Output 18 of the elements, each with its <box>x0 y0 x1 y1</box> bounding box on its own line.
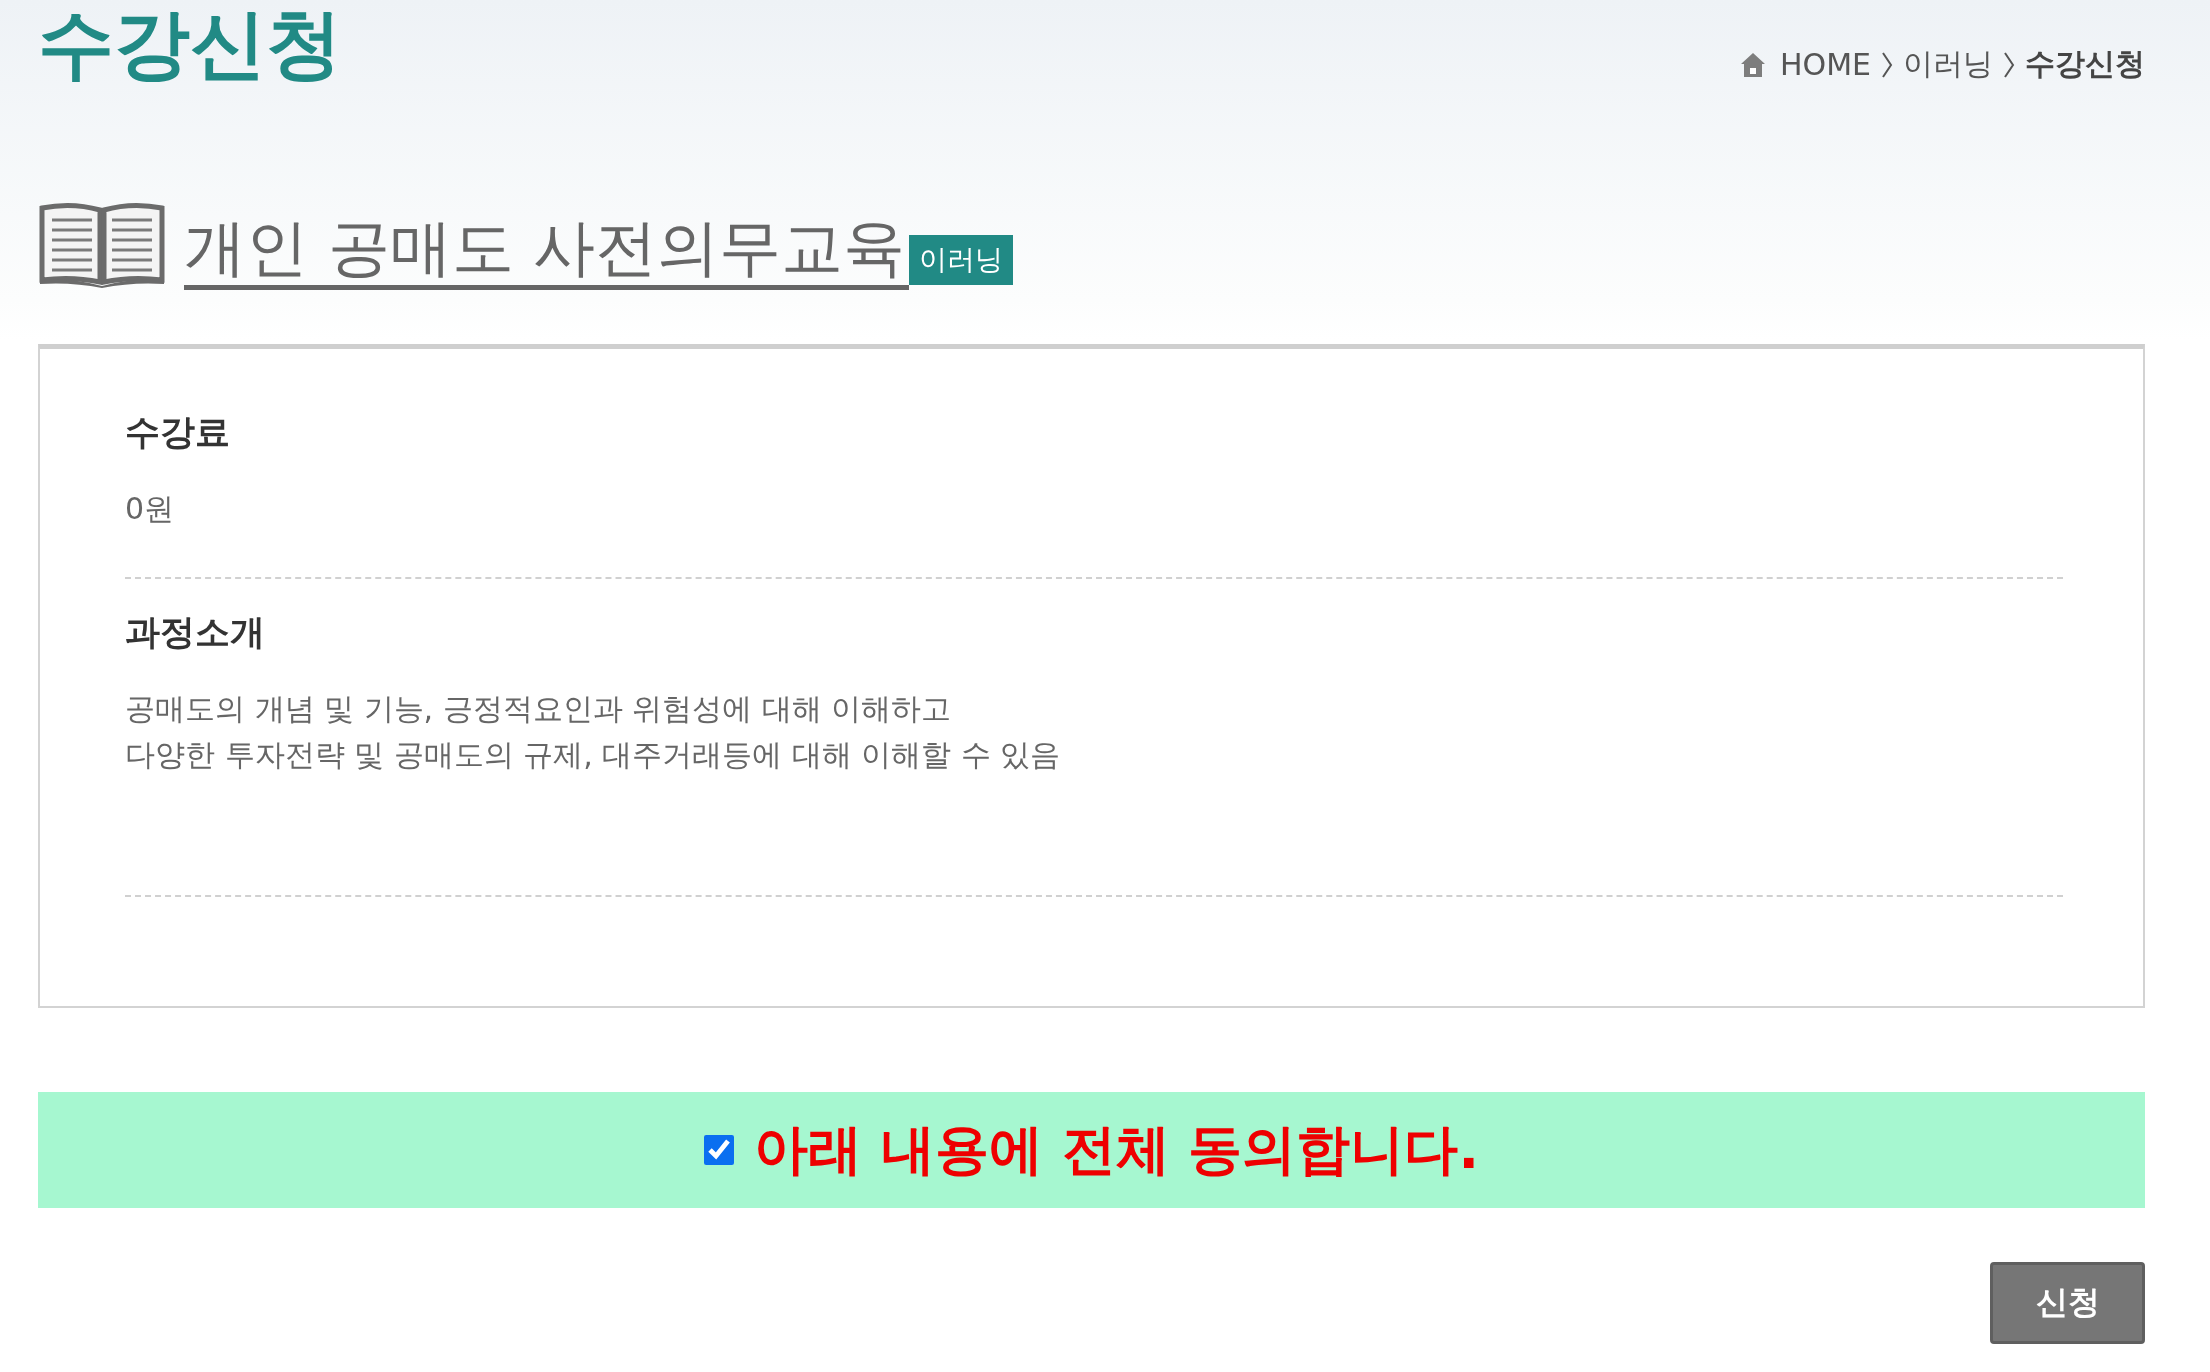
chevron-icon <box>2003 50 2015 79</box>
section-text: 0원 <box>125 490 176 528</box>
course-title: 개인 공매도 사전의무교육 <box>184 210 910 290</box>
page-title: 수강신청 <box>38 2 342 86</box>
section-heading: 수강료 <box>125 411 231 454</box>
breadcrumb-link[interactable]: HOME <box>1780 47 1871 82</box>
agreement-text: 아래 내용에 전체 동의합니다. <box>754 1116 1479 1183</box>
apply-button[interactable]: 신청 <box>1990 1262 2145 1344</box>
breadcrumb-link[interactable]: 이러닝 <box>1903 44 1993 85</box>
category-badge: 이러닝 <box>909 235 1014 285</box>
open-book-icon <box>38 202 166 288</box>
section-heading: 과정소개 <box>125 611 266 654</box>
chevron-icon <box>1881 50 1893 79</box>
section-text: 다양한 투자전략 및 공매도의 규제, 대주거래등에 대해 이해할 수 있음 <box>125 736 1062 774</box>
home-icon <box>1740 51 1766 78</box>
section-text: 공매도의 개념 및 기능, 긍정적요인과 위험성에 대해 이해하고 <box>125 690 953 728</box>
agree-checkbox[interactable] <box>704 1135 735 1165</box>
breadcrumb-link[interactable]: 수강신청 <box>2025 44 2145 85</box>
